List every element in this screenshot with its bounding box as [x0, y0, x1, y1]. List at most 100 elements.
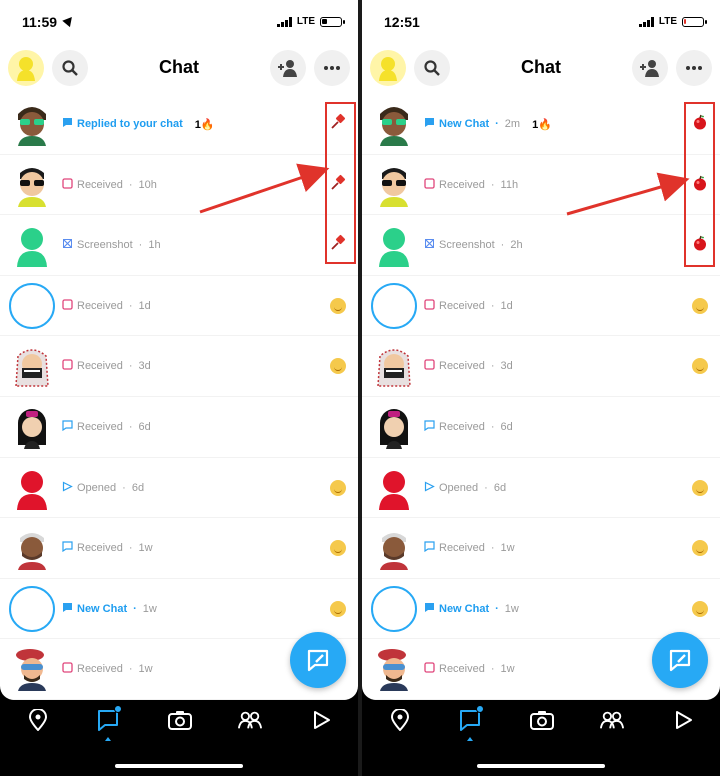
chat-status-text: Screenshot	[439, 239, 495, 252]
friend-avatar[interactable]	[8, 161, 56, 209]
chat-row[interactable]: Received · 10h	[0, 155, 358, 216]
separator-dot: ·	[490, 299, 495, 312]
chat-time: 6d	[493, 481, 507, 494]
add-friend-icon	[640, 60, 659, 77]
status-time: 12:51	[384, 14, 420, 30]
friend-avatar[interactable]	[370, 585, 418, 633]
chat-status: Received · 1w	[424, 541, 515, 555]
friend-avatar[interactable]	[8, 342, 56, 390]
friend-avatar[interactable]	[370, 161, 418, 209]
chat-time: 2m	[504, 118, 521, 130]
chat-status-text: Opened	[439, 481, 479, 494]
smile-emoji-icon	[692, 297, 708, 314]
friend-avatar[interactable]	[8, 100, 56, 148]
friends-icon[interactable]	[600, 708, 624, 732]
chat-time: 1w	[142, 602, 157, 615]
chat-row[interactable]: Received · 1d	[362, 276, 720, 337]
more-options-button[interactable]	[314, 50, 350, 86]
chat-row[interactable]: New Chat · 1w	[0, 579, 358, 640]
friend-avatar[interactable]	[8, 645, 56, 693]
add-friend-button[interactable]	[270, 50, 306, 86]
chat-row[interactable]: Received · 3d	[0, 336, 358, 397]
chat-row[interactable]: Received · 1w	[362, 518, 720, 579]
chat-time: 1w	[138, 542, 153, 555]
apple-icon[interactable]	[688, 110, 712, 134]
friend-avatar[interactable]	[370, 221, 418, 269]
chat-row[interactable]: Received · 11h	[362, 155, 720, 216]
separator-dot: ·	[490, 178, 495, 191]
smile-emoji-icon	[330, 297, 346, 314]
apple-icon[interactable]	[688, 231, 712, 255]
chat-time: 1w	[500, 663, 515, 676]
friend-avatar[interactable]	[8, 403, 56, 451]
chat-status: Received · 3d	[62, 359, 151, 373]
chat-status-text: Replied to your chat	[77, 118, 183, 130]
pin-icon[interactable]	[326, 110, 350, 134]
chat-status-text: Received	[439, 299, 485, 312]
friend-avatar[interactable]	[370, 645, 418, 693]
separator-dot: ·	[490, 542, 495, 555]
friends-icon[interactable]	[238, 708, 262, 732]
chat-status-text: New Chat	[439, 118, 490, 130]
received-square-icon	[62, 177, 73, 192]
camera-icon[interactable]	[168, 708, 192, 732]
chat-row[interactable]: Received · 6d	[0, 397, 358, 458]
friend-avatar[interactable]	[370, 524, 418, 572]
chat-status: New Chat · 1w	[62, 602, 157, 616]
new-chat-button[interactable]	[290, 632, 346, 688]
status-bar: 12:51 LTE	[362, 0, 720, 44]
chat-row[interactable]: Screenshot · 2h	[362, 215, 720, 276]
map-pin-icon[interactable]	[26, 708, 50, 732]
friend-avatar[interactable]	[8, 221, 56, 269]
camera-icon[interactable]	[530, 708, 554, 732]
stories-play-icon[interactable]	[310, 708, 334, 732]
pin-icon[interactable]	[326, 171, 350, 195]
chat-row[interactable]: Received · 1w	[0, 518, 358, 579]
chat-row[interactable]: New Chat · 2m 1🔥	[362, 94, 720, 155]
friend-avatar[interactable]	[370, 100, 418, 148]
opened-arrow-icon	[62, 481, 73, 495]
chat-status: Screenshot · 1h	[62, 238, 161, 252]
pin-icon[interactable]	[326, 231, 350, 255]
more-options-button[interactable]	[676, 50, 712, 86]
compose-chat-icon	[307, 649, 329, 672]
chat-row[interactable]: Screenshot · 1h	[0, 215, 358, 276]
battery-icon	[682, 16, 707, 27]
battery-icon	[320, 16, 345, 27]
chat-row[interactable]: Opened · 6d	[0, 458, 358, 519]
add-friend-icon	[278, 60, 297, 77]
chat-icon[interactable]	[458, 705, 484, 732]
received-square-icon	[62, 359, 73, 373]
map-pin-icon[interactable]	[388, 708, 412, 732]
streak-count: 1🔥	[532, 118, 552, 131]
status-time: 11:59	[22, 14, 58, 30]
chat-row[interactable]: Opened · 6d	[362, 458, 720, 519]
received-square-icon	[62, 662, 73, 676]
chat-status-text: Received	[439, 542, 485, 555]
separator-dot: ·	[490, 360, 495, 373]
chat-time: 1d	[138, 299, 151, 312]
chat-status: Opened · 6d	[424, 481, 506, 495]
friend-avatar[interactable]	[370, 282, 418, 330]
chat-filled-icon	[424, 602, 435, 616]
chat-status-text: Received	[439, 663, 485, 676]
chat-row[interactable]: Received · 6d	[362, 397, 720, 458]
separator-dot: ·	[128, 360, 133, 373]
apple-icon[interactable]	[688, 171, 712, 195]
chat-icon[interactable]	[96, 705, 122, 732]
chat-row[interactable]: Replied to your chat 1🔥	[0, 94, 358, 155]
friend-avatar[interactable]	[8, 524, 56, 572]
friend-avatar[interactable]	[8, 464, 56, 512]
separator-dot: ·	[138, 239, 143, 252]
friend-avatar[interactable]	[8, 282, 56, 330]
friend-avatar[interactable]	[370, 464, 418, 512]
chat-row[interactable]: Received · 3d	[362, 336, 720, 397]
friend-avatar[interactable]	[370, 342, 418, 390]
add-friend-button[interactable]	[632, 50, 668, 86]
chat-row[interactable]: Received · 1d	[0, 276, 358, 337]
friend-avatar[interactable]	[8, 585, 56, 633]
chat-row[interactable]: New Chat · 1w	[362, 579, 720, 640]
new-chat-button[interactable]	[652, 632, 708, 688]
stories-play-icon[interactable]	[672, 708, 696, 732]
friend-avatar[interactable]	[370, 403, 418, 451]
